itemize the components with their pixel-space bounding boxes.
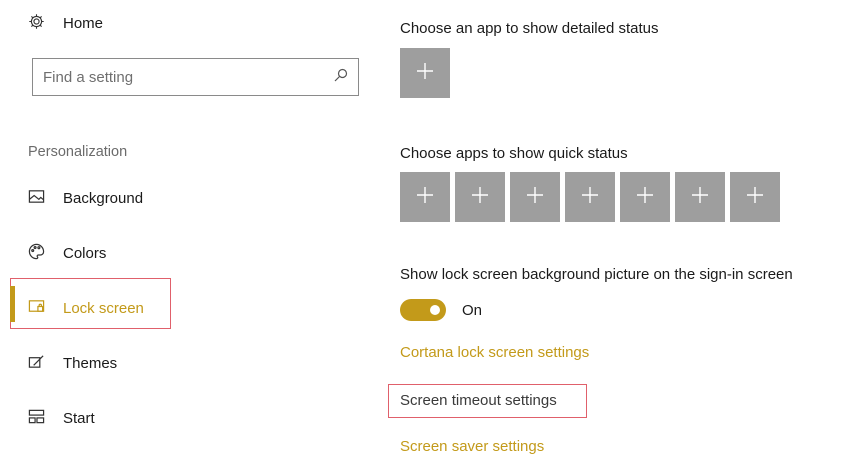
add-quick-status-app-button[interactable] bbox=[400, 172, 450, 222]
sidebar-item-colors[interactable]: Colors bbox=[28, 240, 106, 266]
selected-indicator bbox=[10, 286, 15, 322]
home-label: Home bbox=[63, 14, 104, 32]
toggle-state-label: On bbox=[462, 301, 483, 319]
plus-icon bbox=[471, 186, 489, 209]
add-detailed-status-app-button[interactable] bbox=[400, 48, 450, 98]
detailed-status-label: Choose an app to show detailed status bbox=[400, 20, 659, 37]
add-quick-status-app-button[interactable] bbox=[675, 172, 725, 222]
quick-status-label: Choose apps to show quick status bbox=[400, 145, 628, 162]
palette-icon bbox=[28, 243, 45, 264]
search-input[interactable] bbox=[43, 68, 334, 86]
plus-icon bbox=[746, 186, 764, 209]
sidebar-item-label: Colors bbox=[63, 244, 107, 262]
themes-icon bbox=[28, 353, 45, 374]
cortana-lock-screen-settings-link[interactable]: Cortana lock screen settings bbox=[400, 344, 589, 361]
search-box[interactable] bbox=[32, 58, 359, 96]
home-link[interactable]: Home bbox=[28, 12, 103, 34]
section-title: Personalization bbox=[28, 144, 128, 160]
sidebar-item-label: Lock screen bbox=[63, 299, 144, 317]
sidebar-item-lock-screen[interactable]: Lock screen bbox=[28, 295, 144, 321]
add-quick-status-app-button[interactable] bbox=[455, 172, 505, 222]
plus-icon bbox=[581, 186, 599, 209]
sidebar-item-start[interactable]: Start bbox=[28, 405, 95, 431]
add-quick-status-app-button[interactable] bbox=[620, 172, 670, 222]
gear-icon bbox=[28, 13, 45, 34]
plus-icon bbox=[416, 62, 434, 85]
image-icon bbox=[28, 188, 45, 209]
signin-background-label: Show lock screen background picture on t… bbox=[400, 266, 793, 283]
lock-screen-icon bbox=[28, 298, 45, 319]
settings-window: Home Personalization Background bbox=[0, 0, 849, 454]
screen-saver-settings-link[interactable]: Screen saver settings bbox=[400, 438, 544, 454]
sidebar-item-label: Themes bbox=[63, 354, 118, 372]
plus-icon bbox=[416, 186, 434, 209]
sidebar-item-label: Start bbox=[63, 409, 95, 427]
plus-icon bbox=[691, 186, 709, 209]
plus-icon bbox=[636, 186, 654, 209]
start-icon bbox=[28, 408, 45, 429]
sidebar-item-themes[interactable]: Themes bbox=[28, 350, 117, 376]
plus-icon bbox=[526, 186, 544, 209]
sidebar-item-label: Background bbox=[63, 189, 144, 207]
sidebar-item-background[interactable]: Background bbox=[28, 185, 143, 211]
signin-background-toggle[interactable] bbox=[400, 299, 446, 321]
quick-status-tiles bbox=[400, 172, 785, 222]
add-quick-status-app-button[interactable] bbox=[565, 172, 615, 222]
signin-background-toggle-row: On bbox=[400, 298, 482, 322]
screen-timeout-settings-link[interactable]: Screen timeout settings bbox=[400, 392, 557, 409]
add-quick-status-app-button[interactable] bbox=[510, 172, 560, 222]
search-icon[interactable] bbox=[334, 68, 348, 87]
add-quick-status-app-button[interactable] bbox=[730, 172, 780, 222]
toggle-knob bbox=[430, 305, 440, 315]
